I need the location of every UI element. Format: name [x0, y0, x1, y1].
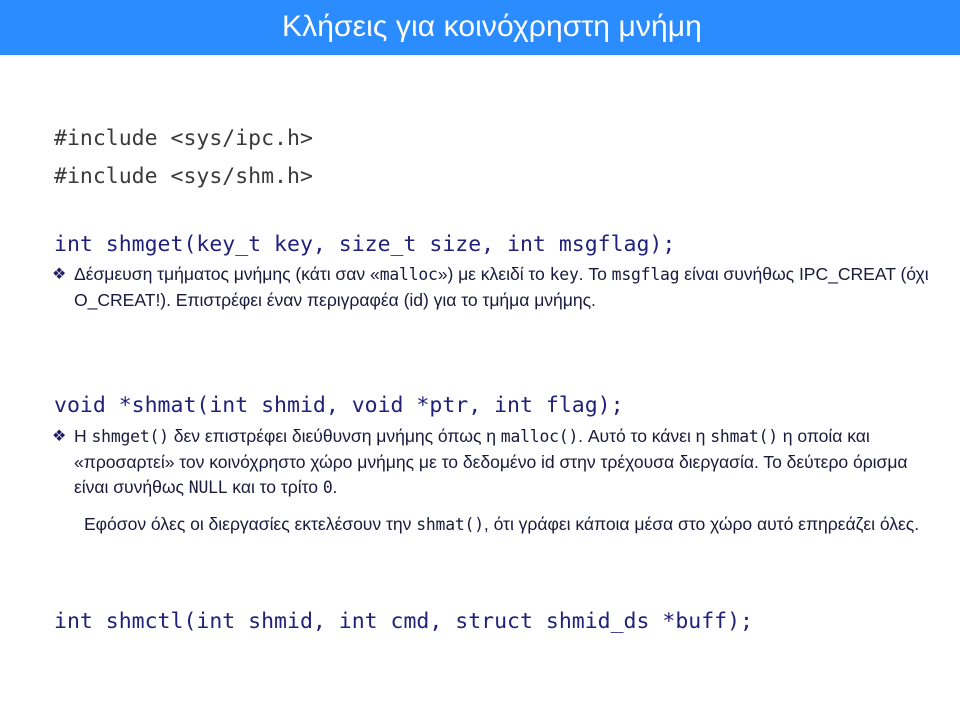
text-segment: . Το — [578, 264, 612, 284]
page-title: Κλήσεις για κοινόχρηστη μνήμη — [282, 9, 702, 43]
inline-code-malloc: malloc — [379, 265, 438, 284]
inline-code-malloc: malloc() — [500, 427, 579, 446]
paragraph-shmat-continued: Εφόσον όλες οι διεργασίες εκτελέσουν την… — [84, 512, 936, 538]
diamond-bullet-icon: ❖ — [52, 266, 67, 283]
text-segment: , ότι γράφει κάποια μέσα στο χώρο αυτό ε… — [483, 514, 920, 534]
text-segment: και το τρίτο — [227, 477, 323, 497]
inline-code-null: NULL — [188, 478, 228, 497]
code-signature-shmget: int shmget(key_t key, size_t size, int m… — [54, 232, 676, 257]
inline-code-key: key — [549, 265, 579, 284]
text-segment: Εφόσον όλες οι διεργασίες εκτελέσουν την — [84, 514, 417, 534]
text-segment: ») με κλειδί το — [437, 264, 550, 284]
code-include-ipc: #include <sys/ipc.h> — [54, 126, 313, 151]
slide-footer: Parallel Processing Group UNIVERSITY OF … — [0, 640, 960, 707]
code-signature-shmat: void *shmat(int shmid, void *ptr, int fl… — [54, 393, 624, 418]
inline-code-shmat: shmat() — [710, 427, 778, 446]
bullet-item-shmget: ❖ Δέσμευση τμήματος μνήμης (κάτι σαν «ma… — [46, 262, 932, 313]
bullet-text-shmget: Δέσμευση τμήματος μνήμης (κάτι σαν «mall… — [74, 262, 932, 313]
diamond-bullet-icon: ❖ — [52, 428, 67, 445]
bullet-text-shmat: Η shmget() δεν επιστρέφει διεύθυνση μνήμ… — [74, 424, 936, 501]
text-segment: δεν επιστρέφει διεύθυνση μνήμης όπως η — [168, 426, 501, 446]
text-segment: Η — [74, 426, 92, 446]
bullet-item-shmat: ❖ Η shmget() δεν επιστρέφει διεύθυνση μν… — [46, 424, 936, 501]
inline-code-shmget: shmget() — [91, 427, 170, 446]
slide-title-bar: Κλήσεις για κοινόχρηστη μνήμη — [0, 0, 960, 55]
inline-code-shmat: shmat() — [416, 515, 484, 534]
slide-content: #include <sys/ipc.h> #include <sys/shm.h… — [0, 55, 960, 666]
code-include-shm: #include <sys/shm.h> — [54, 164, 313, 189]
inline-code-msgflag: msgflag — [611, 265, 680, 284]
inline-code-zero: 0 — [322, 478, 333, 497]
text-segment: . — [332, 477, 338, 497]
text-segment: Δέσμευση τμήματος μνήμης (κάτι σαν « — [74, 264, 380, 284]
code-signature-shmctl: int shmctl(int shmid, int cmd, struct sh… — [54, 609, 753, 634]
text-segment: . Αυτό το κάνει η — [578, 426, 711, 446]
